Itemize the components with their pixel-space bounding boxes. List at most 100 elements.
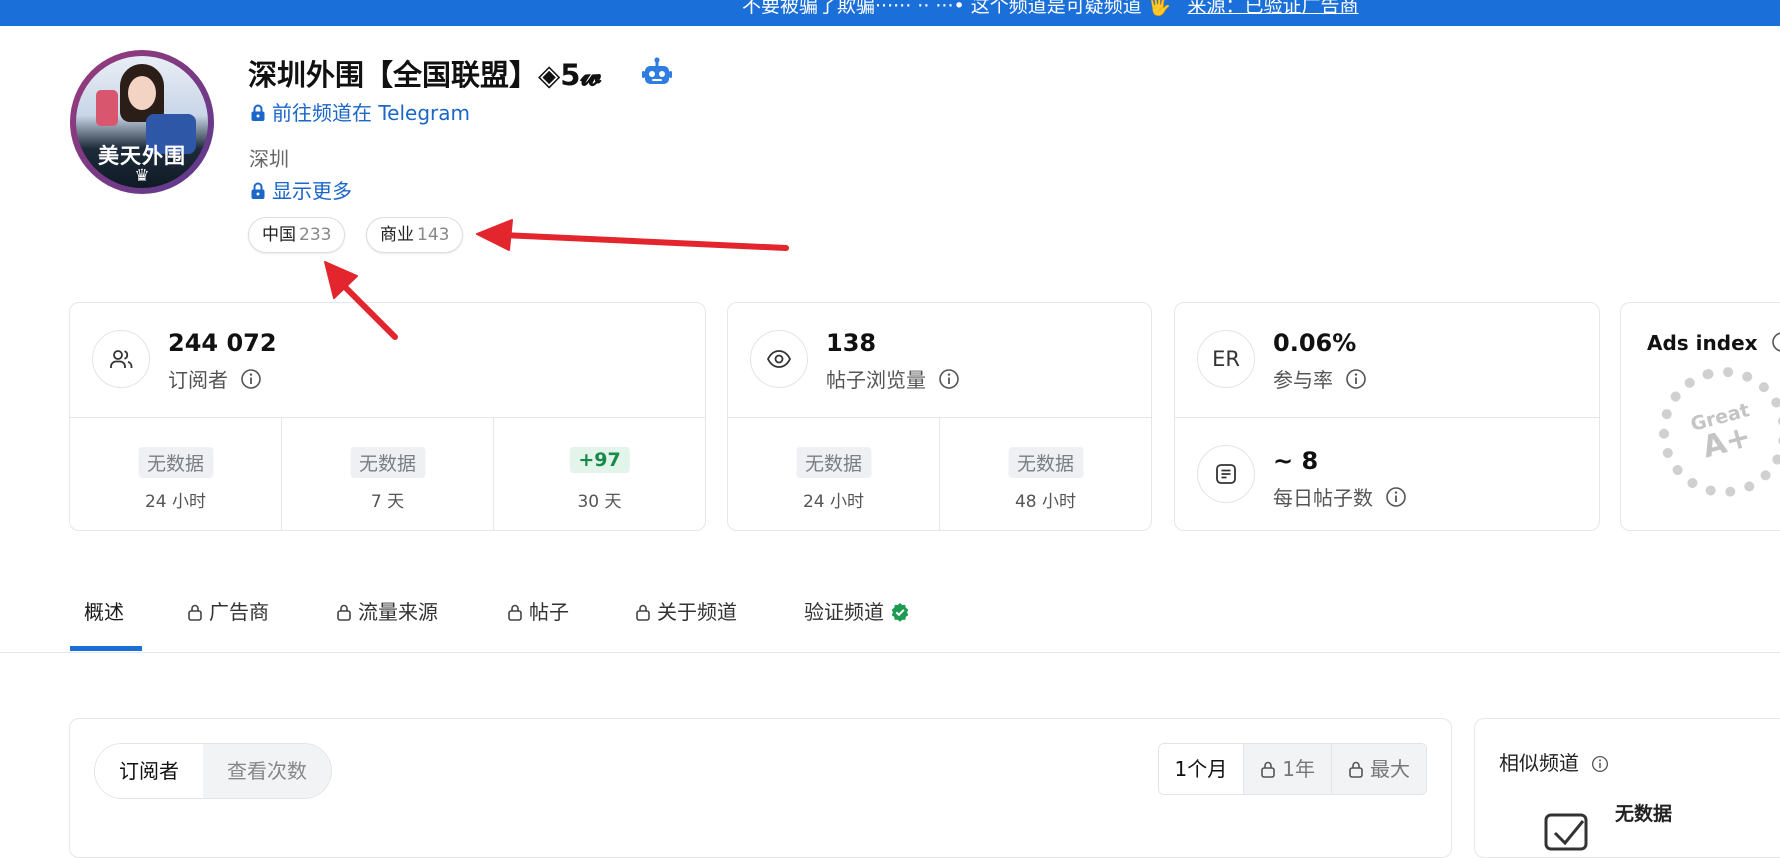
subscribers-periods: 无数据 24 小时 无数据 7 天 +97 30 天	[70, 417, 705, 530]
tab-about-channel[interactable]: 关于频道	[635, 596, 737, 652]
ads-index-title: Ads index	[1647, 331, 1780, 355]
lock-icon	[337, 604, 351, 621]
banner-link[interactable]: 来源：已验证广告商	[1188, 0, 1359, 17]
period-label: 7 天	[370, 492, 405, 512]
info-icon[interactable]	[938, 368, 960, 390]
engagement-card: ER 0.06% 参与率 ~ 8 每日帖子数	[1174, 302, 1600, 531]
range-label: 1年	[1282, 757, 1315, 781]
period-cell: 无数据 7 天	[282, 417, 494, 530]
similar-channels-empty: 无数据	[1615, 803, 1673, 825]
range-1-month[interactable]: 1个月	[1158, 744, 1244, 794]
tab-verify-channel[interactable]: 验证频道	[804, 596, 910, 652]
show-more-label: 显示更多	[272, 179, 352, 203]
subscribers-card: 244 072 订阅者 无数据 24 小时 无数据 7 天 +97 30 天	[69, 302, 706, 531]
channel-location: 深圳	[249, 147, 289, 171]
ads-grade: A+	[1698, 418, 1755, 466]
lock-icon	[636, 604, 650, 621]
tab-label: 概述	[84, 600, 124, 624]
growth-chart-panel: 订阅者 查看次数 1个月 1年 最大	[69, 718, 1452, 858]
period-cell: 无数据 24 小时	[70, 417, 282, 530]
channel-avatar: 美天外围 ♛	[70, 50, 214, 194]
period-value: 无数据	[349, 447, 426, 478]
empty-box-icon	[1544, 813, 1588, 851]
avatar-face	[128, 76, 156, 110]
lock-icon	[508, 604, 522, 621]
info-icon[interactable]	[240, 368, 262, 390]
engagement-label: 参与率	[1273, 364, 1367, 393]
info-icon[interactable]	[1771, 331, 1780, 353]
info-icon[interactable]	[1385, 486, 1407, 508]
subscribers-label-text: 订阅者	[168, 368, 228, 392]
eye-icon	[750, 330, 808, 388]
similar-channels-title: 相似频道	[1499, 747, 1609, 776]
period-value: +97	[569, 447, 630, 473]
active-tab-indicator	[70, 646, 142, 651]
show-more-link[interactable]: 显示更多	[250, 175, 352, 204]
period-value: 无数据	[1007, 447, 1084, 478]
lock-icon	[1261, 761, 1276, 778]
lock-icon	[251, 182, 265, 199]
document-icon	[1197, 445, 1255, 503]
engagement-summary: ER 0.06% 参与率	[1175, 303, 1599, 418]
period-cell: 无数据 48 小时	[940, 417, 1151, 530]
top-banner: 不要被骗了欺骗······ ·· ···• 这个频道是可疑频道 🖐 来源：已验证…	[0, 0, 1780, 26]
tab-label: 验证频道	[804, 600, 884, 624]
info-icon[interactable]	[1591, 755, 1609, 773]
avatar-image: 美天外围 ♛	[76, 56, 208, 188]
verified-check-icon	[891, 603, 909, 622]
tab-advertisers[interactable]: 广告商	[187, 596, 269, 652]
subscribers-value: 244 072	[168, 329, 277, 357]
lock-icon	[188, 604, 202, 621]
post-views-card: 138 帖子浏览量 无数据 24 小时 无数据 48 小时	[727, 302, 1152, 531]
tab-posts[interactable]: 帖子	[507, 596, 569, 652]
tag-count: 233	[299, 225, 332, 245]
banner-message: 不要被骗了欺骗······ ·· ···• 这个频道是可疑频道 🖐	[742, 0, 1172, 17]
time-range-selector: 1个月 1年 最大	[1157, 743, 1427, 795]
banner-text: 不要被骗了欺骗······ ·· ···• 这个频道是可疑频道 🖐 来源：已验证…	[742, 0, 1359, 18]
toggle-subscribers[interactable]: 订阅者	[95, 744, 203, 798]
engagement-value: 0.06%	[1273, 329, 1357, 357]
daily-posts-summary: ~ 8 每日帖子数	[1175, 417, 1599, 530]
period-value: 无数据	[795, 447, 872, 478]
post-views-label: 帖子浏览量	[826, 364, 960, 393]
tag-label: 商业	[380, 225, 414, 245]
post-views-summary: 138 帖子浏览量	[728, 303, 1151, 418]
lock-icon	[1349, 761, 1363, 778]
similar-channels-title-text: 相似频道	[1499, 751, 1579, 775]
bot-icon	[642, 57, 672, 84]
engagement-label-text: 参与率	[1273, 368, 1333, 392]
daily-posts-label-text: 每日帖子数	[1273, 486, 1373, 510]
period-label: 24 小时	[802, 492, 865, 512]
subscribers-label: 订阅者	[168, 364, 262, 393]
tab-overview[interactable]: 概述	[84, 596, 124, 652]
period-label: 30 天	[577, 492, 622, 512]
metric-toggle: 订阅者 查看次数	[94, 743, 332, 799]
tab-traffic-sources[interactable]: 流量来源	[336, 596, 438, 652]
ads-index-card: Ads index Great A+	[1620, 302, 1780, 531]
arrow-to-business-tag	[476, 219, 789, 251]
avatar-crown-icon: ♛	[134, 166, 150, 186]
toggle-views[interactable]: 查看次数	[203, 744, 331, 798]
period-value: 无数据	[137, 447, 214, 478]
range-max[interactable]: 最大	[1331, 744, 1426, 794]
post-views-periods: 无数据 24 小时 无数据 48 小时	[728, 417, 1151, 530]
subscribers-summary: 244 072 订阅者	[70, 303, 705, 418]
similar-channels-panel: 相似频道 无数据	[1474, 718, 1780, 858]
info-icon[interactable]	[1345, 368, 1367, 390]
period-cell: +97 30 天	[494, 417, 705, 530]
tag-china[interactable]: 中国 233	[248, 217, 346, 253]
tag-business[interactable]: 商业 143	[366, 217, 464, 253]
post-views-value: 138	[826, 329, 877, 357]
telegram-link[interactable]: 前往频道在 Telegram	[250, 97, 470, 126]
tab-label: 帖子	[529, 600, 569, 624]
tab-label: 关于频道	[657, 600, 737, 624]
period-label: 48 小时	[1014, 492, 1077, 512]
users-icon	[92, 330, 150, 388]
period-label: 24 小时	[144, 492, 207, 512]
range-label: 最大	[1370, 757, 1410, 781]
ads-index-title-text: Ads index	[1647, 331, 1758, 355]
channel-tabs: 概述 广告商 流量来源 帖子 关于频道 验证频道	[0, 560, 1780, 653]
period-cell: 无数据 24 小时	[728, 417, 940, 530]
telegram-link-label: 前往频道在 Telegram	[272, 101, 470, 125]
range-1-year[interactable]: 1年	[1243, 744, 1331, 794]
